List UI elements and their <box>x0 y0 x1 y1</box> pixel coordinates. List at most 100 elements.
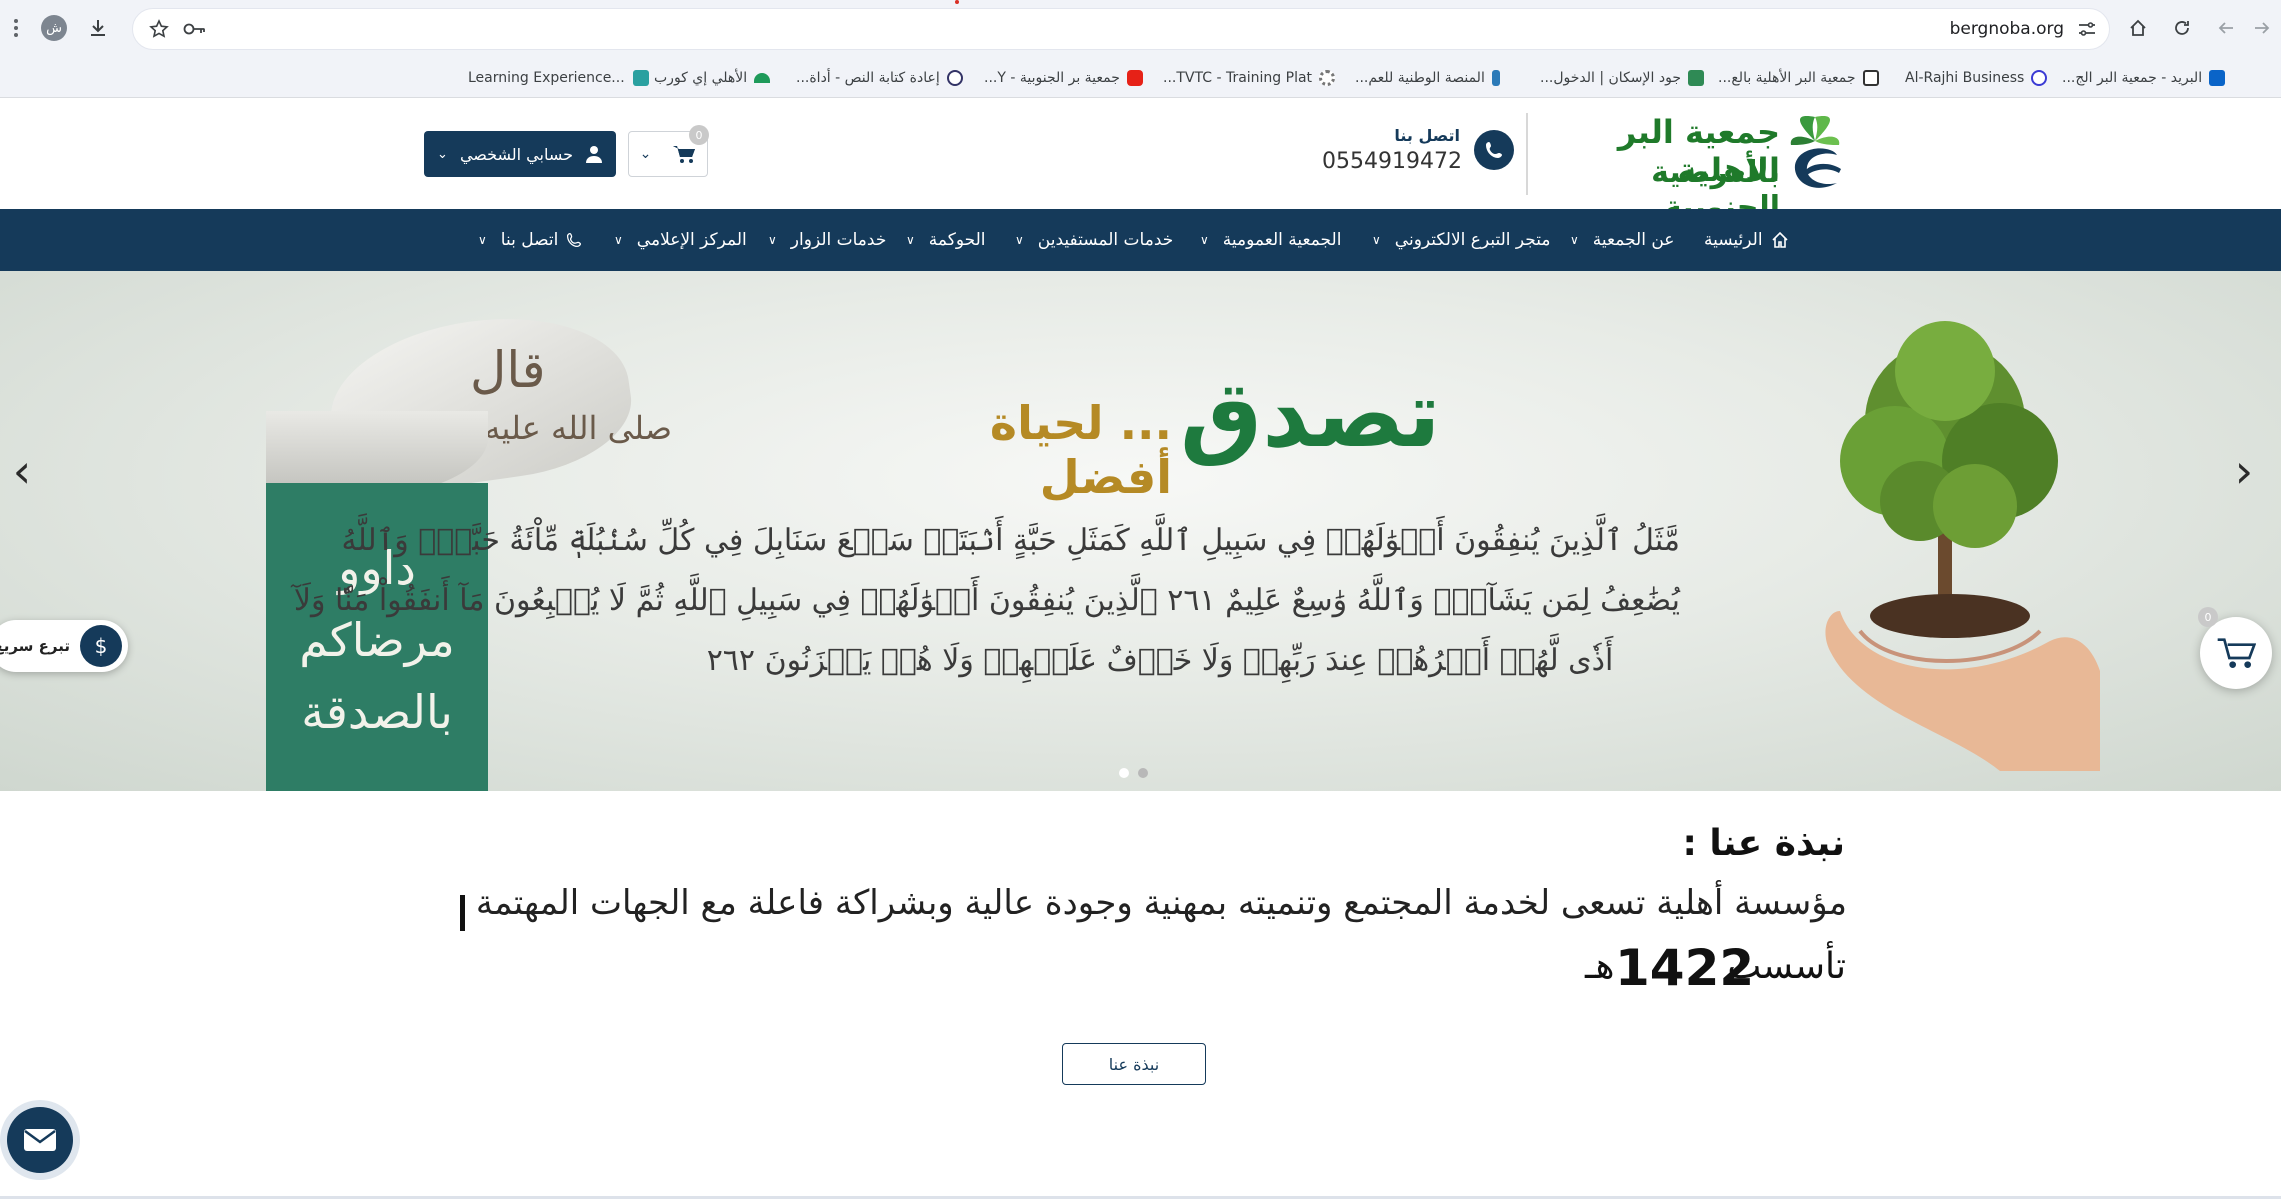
cart-icon <box>2217 638 2256 668</box>
nav-governance[interactable]: الحوكمة ∨ <box>906 209 986 271</box>
nav-contact[interactable]: اتصل بنا ∨ <box>478 209 582 271</box>
donate-hand-icon: $ <box>80 625 122 667</box>
bookmark-label: الأهلي إي كورب <box>654 70 748 86</box>
back-arrow-icon[interactable] <box>2210 12 2242 44</box>
bookmark-label: جمعية بر الجنوبية - Y... <box>984 70 1120 86</box>
bookmark-item[interactable]: إعادة كتابة النص - أداة... <box>796 66 963 90</box>
bookmark-item[interactable]: البريد - جمعية البر الج... <box>2062 66 2226 90</box>
typing-cursor <box>460 895 465 931</box>
chevron-down-icon: ∨ <box>478 233 487 247</box>
panel-line-2: مرضاكم <box>299 613 455 667</box>
my-account-button[interactable]: حسابي الشخصي ⌄ <box>424 131 616 177</box>
chevron-down-icon: ∨ <box>1015 233 1024 247</box>
bookmark-label: TVTC - Training Plat... <box>1163 70 1313 86</box>
profile-avatar[interactable]: ش <box>38 12 70 44</box>
hero-subtitle: ... لحياة أفضل <box>989 396 1172 504</box>
contact-phone-number[interactable]: 0554919472 <box>1300 149 1462 174</box>
nav-label: متجر التبرع الالكتروني <box>1394 230 1551 250</box>
nav-general-assembly[interactable]: الجمعية العمومية ∨ <box>1200 209 1341 271</box>
nav-label: خدمات الزوار <box>790 230 887 250</box>
founded-label: تأسست <box>1727 946 1846 987</box>
bookmark-label: جود الإسكان | الدخول... <box>1540 70 1681 86</box>
bookmark-star-icon[interactable] <box>143 13 175 45</box>
url-text[interactable]: bergnoba.org <box>1950 19 2064 39</box>
bookmark-label: Learning Experience... <box>468 70 625 86</box>
chevron-down-icon: ∨ <box>1570 233 1579 247</box>
chevron-down-icon: ⌄ <box>639 146 652 162</box>
browser-toolbar: ش bergnoba.org <box>0 0 2281 58</box>
bookmark-label: جمعية البر الأهلية بالع... <box>1718 70 1856 86</box>
forward-arrow-icon[interactable] <box>2246 12 2278 44</box>
cart-count-badge: 0 <box>689 125 709 145</box>
about-us-button[interactable]: نبذة عنا <box>1062 1043 1206 1085</box>
nav-label: الرئيسية <box>1704 230 1763 250</box>
phone-icon <box>567 232 582 248</box>
section-divider <box>0 1196 2281 1199</box>
password-key-icon[interactable] <box>179 13 211 45</box>
bookmark-item[interactable]: جود الإسكان | الدخول... <box>1540 66 1704 90</box>
bookmark-item[interactable]: TVTC - Training Plat... <box>1163 66 1336 90</box>
tree-in-hands-image <box>1825 321 2100 771</box>
verse-line-3: أَذٗى لَّهُمۡ أَجۡرُهُمۡ عِندَ رَبِّهِمۡ… <box>706 643 1614 678</box>
alahli-icon <box>754 73 771 83</box>
alrajhi-icon <box>2031 70 2048 86</box>
bookmark-item[interactable]: Learning Experience... <box>468 66 649 90</box>
floating-cart-button[interactable] <box>2200 617 2272 689</box>
phone-icon[interactable] <box>1474 130 1514 170</box>
bookmark-item[interactable]: Al-Rajhi Business <box>1905 66 2048 90</box>
nav-visitor-services[interactable]: خدمات الزوار ∨ <box>768 209 886 271</box>
nav-label: خدمات المستفيدين <box>1037 230 1174 250</box>
floating-cart-count: 0 <box>2198 607 2218 627</box>
nav-beneficiary-services[interactable]: خدمات المستفيدين ∨ <box>1015 209 1173 271</box>
reload-icon[interactable] <box>2166 12 2198 44</box>
bookmark-item[interactable]: المنصة الوطنية للعم... <box>1355 66 1500 90</box>
nav-donation-store[interactable]: متجر التبرع الالكتروني ∨ <box>1372 209 1551 271</box>
about-title: نبذة عنا : <box>1682 823 1845 864</box>
verse-line-1: مَّثَلُ ٱلَّذِينَ يُنفِقُونَ أَمۡوَٰلَهُ… <box>341 523 1680 558</box>
contact-label: اتصل بنا <box>1394 126 1460 145</box>
slider-prev-arrow[interactable]: ‹ <box>2 441 42 501</box>
my-account-label: حسابي الشخصي <box>459 144 573 164</box>
contact-mail-button[interactable] <box>0 1100 80 1180</box>
youtube-icon <box>1126 70 1143 86</box>
bookmark-label: البريد - جمعية البر الج... <box>2062 70 2203 86</box>
address-bar[interactable]: bergnoba.org <box>132 8 2110 50</box>
slider-dot-2[interactable] <box>1138 768 1148 778</box>
logo-icon[interactable] <box>1785 111 1845 195</box>
browser-menu-icon[interactable] <box>0 12 32 44</box>
bookmark-label: المنصة الوطنية للعم... <box>1355 70 1485 86</box>
hero-slider[interactable]: قال صلى الله عليه وسلم داوو مرضاكم بالصد… <box>0 271 2281 791</box>
slider-next-arrow[interactable]: › <box>2224 441 2264 501</box>
chevron-down-icon: ∨ <box>1200 233 1209 247</box>
about-description: مؤسسة أهلية تسعى لخدمة المجتمع وتنميته ب… <box>475 883 1847 923</box>
bookmark-item[interactable]: جمعية بر الجنوبية - Y... <box>984 66 1143 90</box>
bookmark-label: إعادة كتابة النص - أداة... <box>796 70 940 86</box>
mail-icon <box>7 1107 73 1173</box>
chevron-down-icon: ∨ <box>906 233 915 247</box>
chevron-down-icon: ∨ <box>1372 233 1381 247</box>
scroll-heading: قال <box>470 341 546 399</box>
panel-line-3: بالصدقة <box>301 685 453 739</box>
bookmark-item[interactable]: جمعية البر الأهلية بالع... <box>1718 66 1879 90</box>
verse-line-2: يُضَٰعِفُ لِمَن يَشَآءُۚ وَٱللَّهُ وَٰسِ… <box>293 583 1680 618</box>
gear-icon <box>1319 70 1336 86</box>
site-header: جمعية البر الأهلية بالعرضية الجنوبية اتص… <box>0 99 2281 225</box>
rewrite-tool-icon <box>946 70 963 86</box>
download-icon[interactable] <box>82 12 114 44</box>
bookmark-item[interactable]: الأهلي إي كورب <box>654 66 771 90</box>
nav-about[interactable]: عن الجمعية ∨ <box>1570 209 1674 271</box>
home-browser-icon[interactable] <box>2122 12 2154 44</box>
learning-icon <box>632 70 649 86</box>
slider-dot-1[interactable] <box>1119 768 1129 778</box>
founded-suffix: هـ <box>1585 946 1615 987</box>
quick-donate-label: تبرع سريع <box>0 637 70 655</box>
nav-label: عن الجمعية <box>1592 230 1675 250</box>
outlook-icon <box>2209 70 2226 86</box>
home-icon <box>1771 231 1788 248</box>
nav-home[interactable]: الرئيسية <box>1704 209 1789 271</box>
site-settings-icon[interactable] <box>2071 13 2103 45</box>
quick-donate-button[interactable]: تبرع سريع $ <box>0 620 128 672</box>
nav-label: الجمعية العمومية <box>1222 230 1342 250</box>
jood-icon <box>1687 70 1704 86</box>
nav-media-center[interactable]: المركز الإعلامي ∨ <box>614 209 747 271</box>
